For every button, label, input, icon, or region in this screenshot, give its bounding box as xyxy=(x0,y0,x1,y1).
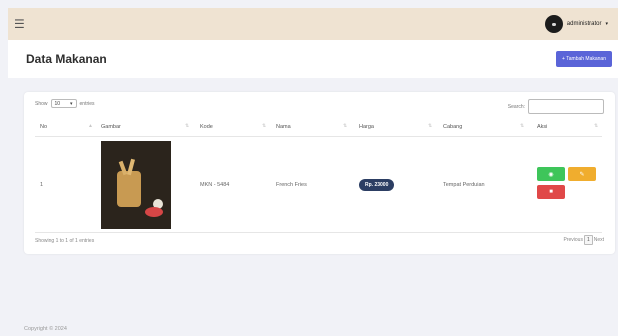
entries-value: 10 xyxy=(54,100,61,107)
price-badge: Rp. 23000 xyxy=(359,179,395,191)
page-title: Data Makanan xyxy=(26,52,107,66)
column-header-gambar[interactable]: Gambar xyxy=(101,124,121,130)
column-header-no[interactable]: No xyxy=(40,124,47,130)
table-info: Showing 1 to 1 of 1 entries xyxy=(35,238,95,244)
previous-button[interactable]: Previous xyxy=(563,237,582,243)
entries-control: Show 10 ▾ entries xyxy=(35,99,95,108)
cell-kode: MKN - 5484 xyxy=(200,182,230,188)
footer-copyright: Copyright © 2024 xyxy=(24,326,67,332)
entries-select[interactable]: 10 ▾ xyxy=(50,99,77,108)
topbar: ☰ administrator ▾ xyxy=(8,8,618,40)
edit-icon: ✎ xyxy=(579,171,585,178)
chevron-down-icon: ▾ xyxy=(70,100,73,107)
sort-icon[interactable]: ⇅ xyxy=(262,123,266,129)
page-header: Data Makanan + Tambah Makanan xyxy=(8,40,618,78)
entries-label: entries xyxy=(79,100,95,107)
chevron-down-icon[interactable]: ▾ xyxy=(605,21,608,27)
add-food-button[interactable]: + Tambah Makanan xyxy=(556,51,612,67)
column-header-cabang[interactable]: Cabang xyxy=(443,124,462,130)
pagination: Previous 1 Next xyxy=(563,235,604,245)
search-input[interactable] xyxy=(528,99,604,114)
column-header-harga[interactable]: Harga xyxy=(359,124,374,130)
view-button[interactable]: ◉ xyxy=(537,167,565,181)
column-header-kode[interactable]: Kode xyxy=(200,124,213,130)
food-image xyxy=(101,141,171,229)
sort-icon[interactable]: ⇅ xyxy=(520,123,524,129)
sort-icon[interactable]: ⇅ xyxy=(343,123,347,129)
eye-icon: ◉ xyxy=(548,171,554,178)
cell-cabang: Tempat Perduian xyxy=(443,182,485,188)
cell-nama: French Fries xyxy=(276,182,307,188)
page-1-button[interactable]: 1 xyxy=(583,235,593,245)
cell-no: 1 xyxy=(40,182,44,188)
sort-icon[interactable]: ⇅ xyxy=(428,123,432,129)
data-table-card: Show 10 ▾ entries Search: No ▲ Gambar ⇅ … xyxy=(24,92,615,254)
edit-button[interactable]: ✎ xyxy=(568,167,596,181)
username[interactable]: administrator xyxy=(567,21,602,27)
hamburger-icon[interactable]: ☰ xyxy=(14,18,25,30)
column-header-aksi[interactable]: Aksi xyxy=(537,124,547,130)
search-control: Search: xyxy=(508,99,604,114)
sort-icon[interactable]: ⇅ xyxy=(594,123,598,129)
row-divider xyxy=(35,232,602,233)
next-button[interactable]: Next xyxy=(594,237,604,243)
delete-button[interactable]: ■ xyxy=(537,185,565,199)
header-divider xyxy=(35,136,602,137)
search-label: Search: xyxy=(507,103,525,110)
user-menu[interactable]: administrator ▾ xyxy=(544,15,608,33)
column-header-nama[interactable]: Nama xyxy=(276,124,291,130)
trash-icon: ■ xyxy=(549,189,553,195)
sort-icon[interactable]: ▲ xyxy=(88,123,93,129)
avatar[interactable] xyxy=(544,15,563,33)
sort-icon[interactable]: ⇅ xyxy=(185,123,189,129)
show-label: Show xyxy=(35,100,48,107)
